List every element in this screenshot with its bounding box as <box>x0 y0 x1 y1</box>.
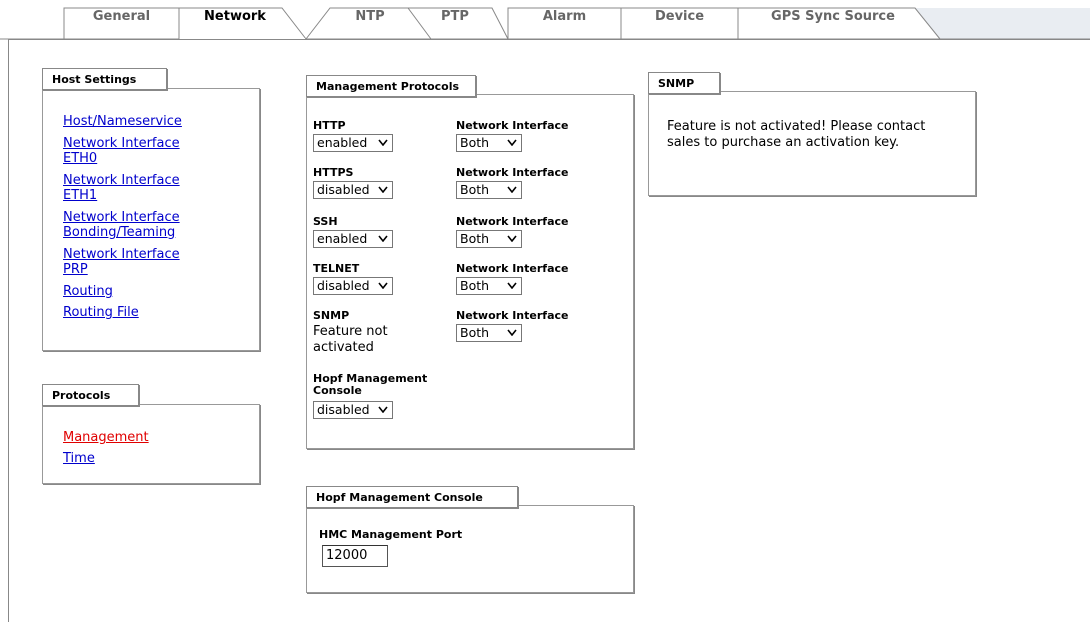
ssh-select-value: enabled <box>317 231 368 246</box>
host-settings-links: Host/Nameservice Network Interface ETH0 … <box>63 114 253 321</box>
protocols-title: Protocols <box>42 384 139 406</box>
ssh-select[interactable]: enabled <box>313 230 393 248</box>
hmc-port-input[interactable]: 12000 <box>322 545 388 567</box>
snmp-iface-select[interactable]: Both <box>456 324 522 342</box>
ssh-iface-value: Both <box>460 231 490 246</box>
label-https-iface: Network Interface <box>456 166 569 179</box>
snmp-iface-value: Both <box>460 325 490 340</box>
link-routing-file[interactable]: Routing File <box>63 305 253 321</box>
tab-gps-sync-source[interactable]: GPS Sync Source <box>738 9 928 24</box>
https-iface-value: Both <box>460 182 490 197</box>
hmc-panel: HMC Management Port 12000 <box>306 505 634 593</box>
protocols-links: Management Time <box>63 430 149 466</box>
http-iface-value: Both <box>460 135 490 150</box>
chevron-down-icon <box>507 186 517 193</box>
link-time[interactable]: Time <box>63 451 149 467</box>
chevron-down-icon <box>507 329 517 336</box>
label-hmc: Hopf Management Console <box>313 372 428 397</box>
chevron-down-icon <box>507 139 517 146</box>
label-ssh-iface: Network Interface <box>456 215 569 228</box>
snmp-status-text: Feature not activated <box>313 324 388 355</box>
tab-alarm[interactable]: Alarm <box>508 9 621 24</box>
hmc-panel-title: Hopf Management Console <box>306 486 518 508</box>
link-management[interactable]: Management <box>63 430 149 446</box>
link-network-interface-eth1[interactable]: Network Interface ETH1 <box>63 173 203 204</box>
chevron-down-icon <box>507 282 517 289</box>
snmp-message: Feature is not activated! Please contact… <box>667 119 926 150</box>
label-https: HTTPS <box>313 166 354 179</box>
tab-network[interactable]: Network <box>179 9 291 24</box>
https-select[interactable]: disabled <box>313 181 393 199</box>
https-select-value: disabled <box>317 182 370 197</box>
label-http-iface: Network Interface <box>456 119 569 132</box>
telnet-select[interactable]: disabled <box>313 277 393 295</box>
link-network-interface-prp[interactable]: Network Interface PRP <box>63 247 203 278</box>
host-settings-panel: Host/Nameservice Network Interface ETH0 … <box>42 88 260 351</box>
snmp-panel: Feature is not activated! Please contact… <box>648 91 976 196</box>
hmc-select-value: disabled <box>317 402 370 417</box>
telnet-iface-value: Both <box>460 278 490 293</box>
link-network-interface-eth0[interactable]: Network Interface ETH0 <box>63 136 203 167</box>
http-iface-select[interactable]: Both <box>456 134 522 152</box>
hmc-select[interactable]: disabled <box>313 401 393 419</box>
snmp-title: SNMP <box>648 72 720 94</box>
https-iface-select[interactable]: Both <box>456 181 522 199</box>
label-ssh: SSH <box>313 215 338 228</box>
tab-bar: General Network NTP PTP Alarm Device GPS… <box>0 0 1090 40</box>
chevron-down-icon <box>378 186 388 193</box>
label-telnet: TELNET <box>313 262 360 275</box>
link-network-interface-bonding[interactable]: Network Interface Bonding/Teaming <box>63 210 203 241</box>
tab-device[interactable]: Device <box>621 9 738 24</box>
link-routing[interactable]: Routing <box>63 284 253 300</box>
http-select[interactable]: enabled <box>313 134 393 152</box>
chevron-down-icon <box>378 282 388 289</box>
link-host-nameservice[interactable]: Host/Nameservice <box>63 114 253 130</box>
label-http: HTTP <box>313 119 346 132</box>
http-select-value: enabled <box>317 135 368 150</box>
tab-general[interactable]: General <box>64 9 179 24</box>
telnet-iface-select[interactable]: Both <box>456 277 522 295</box>
management-protocols-panel: HTTP enabled Network Interface Both HTTP… <box>306 94 634 449</box>
tab-ntp[interactable]: NTP <box>320 9 420 24</box>
chevron-down-icon <box>378 406 388 413</box>
telnet-select-value: disabled <box>317 278 370 293</box>
chevron-down-icon <box>378 139 388 146</box>
chevron-down-icon <box>507 235 517 242</box>
hmc-port-label: HMC Management Port <box>319 528 463 541</box>
host-settings-title: Host Settings <box>42 68 167 90</box>
label-snmp: SNMP <box>313 309 350 322</box>
protocols-panel: Management Time <box>42 404 260 484</box>
management-protocols-title: Management Protocols <box>306 75 476 97</box>
label-telnet-iface: Network Interface <box>456 262 569 275</box>
chevron-down-icon <box>378 235 388 242</box>
tab-ptp[interactable]: PTP <box>410 9 500 24</box>
ssh-iface-select[interactable]: Both <box>456 230 522 248</box>
label-snmp-iface: Network Interface <box>456 309 569 322</box>
